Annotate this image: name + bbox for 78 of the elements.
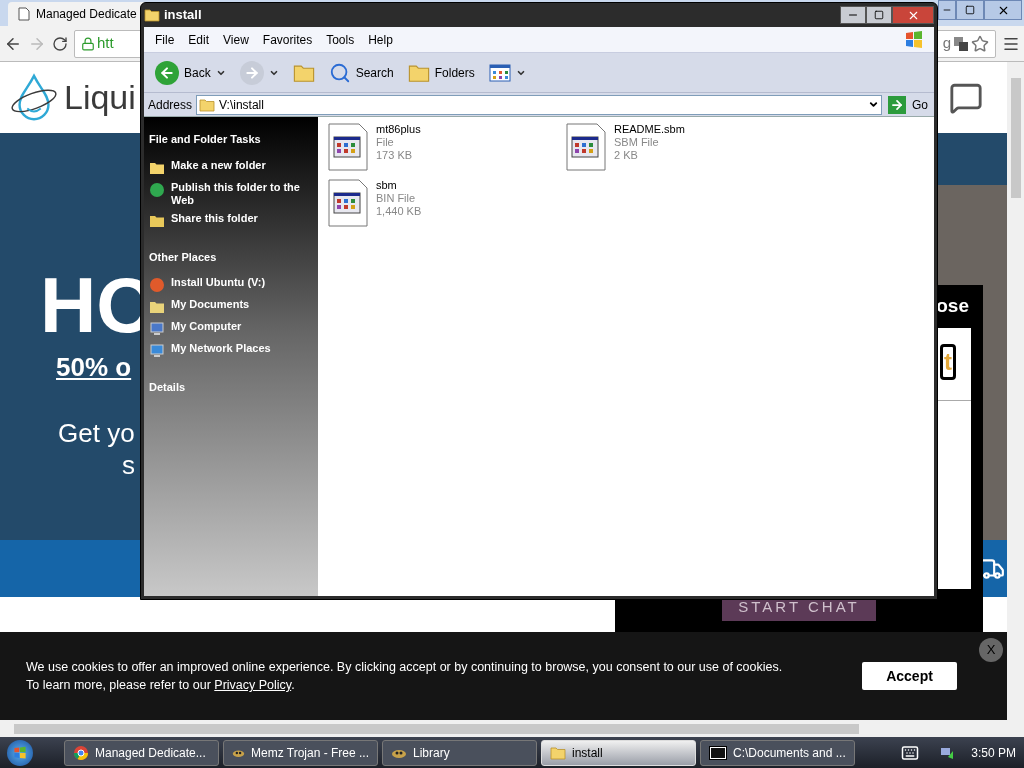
restore-button[interactable] bbox=[956, 0, 984, 20]
file-name[interactable]: mt86plus bbox=[376, 123, 421, 136]
menu-item[interactable]: Tools bbox=[319, 30, 362, 49]
windows-logo-icon bbox=[13, 745, 27, 760]
search-button[interactable]: Search bbox=[325, 57, 397, 88]
network-icon bbox=[149, 343, 165, 359]
cookie-text: We use cookies to offer an improved online experience. By clicking accept or by continuing to browse, you consent to our use of cookies. bbox=[26, 659, 783, 676]
window-title: install bbox=[164, 6, 202, 25]
search-icon bbox=[328, 61, 351, 84]
scrollbar-thumb[interactable] bbox=[1010, 78, 1021, 198]
file-size: 1,440 KB bbox=[376, 205, 422, 218]
file-type: File bbox=[376, 136, 395, 149]
taskbar-button[interactable]: Library bbox=[382, 739, 537, 766]
pane-heading[interactable]: Other Places bbox=[149, 248, 313, 265]
pane-link[interactable]: My Network Places bbox=[171, 342, 271, 355]
bookmark-star-icon[interactable] bbox=[971, 34, 989, 53]
file-icon bbox=[328, 179, 368, 227]
menu-item[interactable]: View bbox=[216, 30, 256, 49]
browser-icon bbox=[73, 744, 89, 761]
cookie-policy-text: To learn more, please refer to our Privacy Policy. bbox=[26, 677, 296, 694]
logo-text: Liqui bbox=[64, 77, 136, 118]
pane-link[interactable]: My Documents bbox=[171, 298, 250, 311]
file-size: 2 KB bbox=[614, 149, 639, 162]
folders-button[interactable]: Folders bbox=[404, 57, 478, 88]
address-field[interactable]: V:\install bbox=[196, 94, 882, 115]
views-icon bbox=[488, 63, 511, 82]
folder-icon bbox=[144, 8, 160, 22]
close-button[interactable] bbox=[892, 6, 934, 24]
close-button[interactable] bbox=[984, 0, 1022, 20]
dropdown-caret-icon[interactable] bbox=[868, 99, 879, 110]
file-name[interactable]: README.sbm bbox=[614, 123, 685, 136]
lock-icon bbox=[81, 36, 95, 51]
restore-icon bbox=[965, 5, 975, 15]
file-name[interactable]: sbm bbox=[376, 179, 422, 192]
folder-icon bbox=[550, 745, 566, 760]
file-size: 173 KB bbox=[376, 149, 414, 162]
hero-text: Get yo bbox=[58, 417, 135, 449]
taskbar-button[interactable]: install bbox=[541, 739, 696, 766]
taskbar-button[interactable]: C:\Documents and ... bbox=[700, 739, 855, 766]
file-type: BIN File bbox=[376, 192, 417, 205]
file-icon bbox=[566, 123, 606, 171]
go-button[interactable]: Go bbox=[886, 95, 930, 114]
accept-button[interactable]: Accept bbox=[862, 662, 957, 690]
translate-icon bbox=[953, 35, 969, 52]
keyboard-icon[interactable] bbox=[901, 743, 920, 762]
maximize-icon bbox=[874, 10, 884, 20]
pane-link[interactable]: Make a new folder bbox=[171, 158, 266, 172]
hero-offer-link[interactable]: 50% o bbox=[56, 348, 132, 387]
menu-item[interactable]: Favorites bbox=[255, 30, 320, 49]
pane-heading[interactable]: File and Folder Tasks bbox=[149, 131, 313, 148]
back-button[interactable]: Back bbox=[152, 57, 229, 88]
taskbar-button[interactable]: Managed Dedicate... bbox=[64, 739, 219, 766]
hero-text: s bbox=[122, 449, 135, 481]
menu-item[interactable]: Help bbox=[361, 30, 400, 49]
clock: 3:50 PM bbox=[971, 744, 1016, 762]
folder-icon bbox=[199, 97, 216, 112]
menu-item[interactable]: Edit bbox=[181, 30, 217, 49]
file-icon bbox=[328, 123, 368, 171]
file-type: SBM File bbox=[614, 136, 660, 149]
scrollbar-thumb[interactable] bbox=[14, 723, 859, 734]
close-button[interactable]: X bbox=[979, 638, 1003, 662]
address-label: Address bbox=[148, 96, 193, 114]
pane-link[interactable]: Install Ubuntu (V:) bbox=[171, 276, 266, 289]
pane-heading[interactable]: Details bbox=[149, 379, 313, 396]
minimize-button[interactable] bbox=[938, 0, 956, 20]
maximize-button[interactable] bbox=[866, 6, 892, 24]
reload-icon[interactable] bbox=[52, 35, 68, 52]
documents-icon bbox=[149, 299, 165, 315]
pane-link[interactable]: Publish this folder to the Web bbox=[171, 180, 313, 207]
page-icon bbox=[18, 7, 30, 21]
taskbar-button[interactable]: Memz Trojan - Free ... bbox=[223, 739, 378, 766]
computer-icon bbox=[149, 321, 165, 337]
chat-heading: ose bbox=[936, 294, 969, 319]
minimize-button[interactable] bbox=[840, 6, 866, 24]
pane-link[interactable]: My Computer bbox=[171, 320, 242, 333]
pane-link[interactable]: Share this folder bbox=[171, 211, 258, 225]
menu-item[interactable]: File bbox=[148, 30, 182, 49]
windows-logo-icon bbox=[904, 29, 924, 50]
